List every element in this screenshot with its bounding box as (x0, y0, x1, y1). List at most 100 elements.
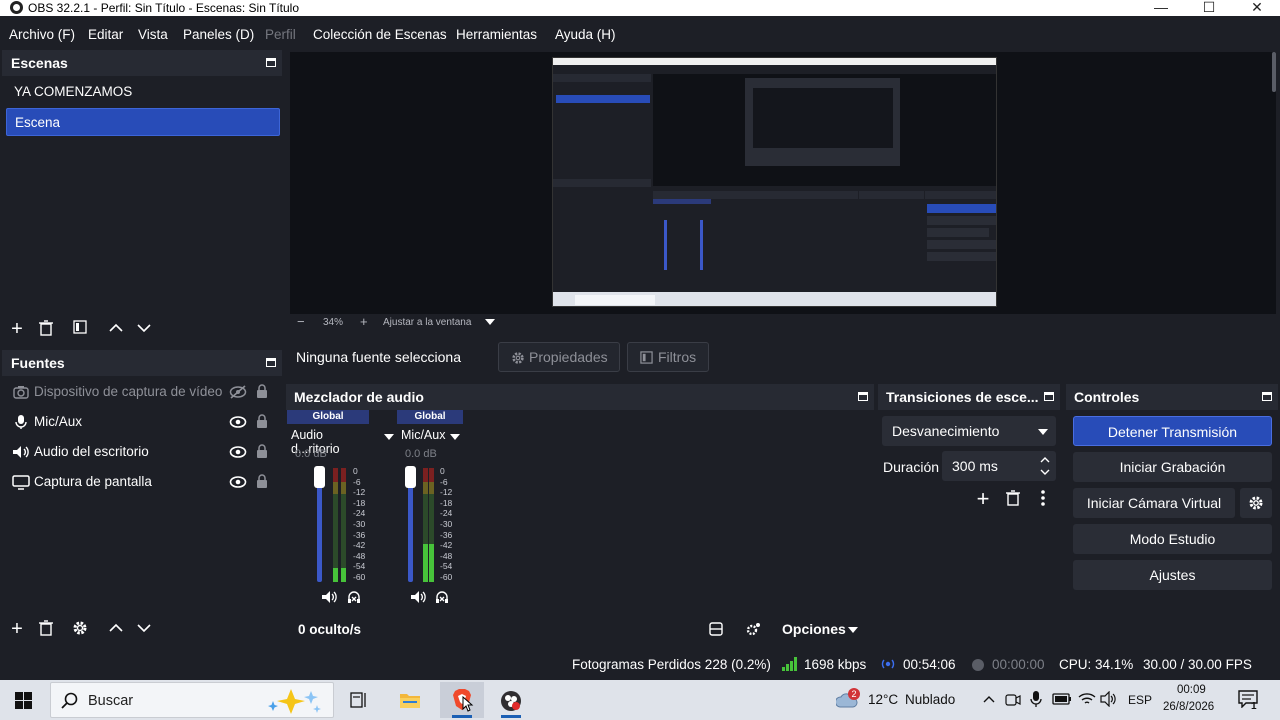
eye-hidden-icon[interactable] (229, 385, 247, 399)
advanced-audio-icon[interactable] (745, 622, 761, 636)
meter-tick: -48 (353, 550, 366, 561)
speaker-icon[interactable] (410, 590, 426, 604)
add-icon[interactable]: + (8, 319, 26, 339)
dock-float-icon[interactable] (266, 358, 276, 367)
scene-item[interactable]: YA COMENZAMOS (6, 78, 280, 106)
menu-herramientas[interactable]: Herramientas (456, 27, 537, 42)
source-item[interactable]: Audio del escritorio (2, 438, 282, 466)
eye-icon[interactable] (229, 415, 247, 429)
gear-icon (512, 352, 524, 364)
lock-icon[interactable] (256, 444, 268, 459)
zoom-bar: − 34% + Ajustar a la ventana (290, 314, 1276, 332)
battery-icon[interactable] (1052, 692, 1072, 706)
chevron-down-icon[interactable] (848, 627, 858, 633)
volume-fader-track[interactable] (408, 472, 413, 582)
filter-icon[interactable] (71, 320, 89, 338)
move-up-icon[interactable] (107, 620, 125, 638)
taskbar-search-box[interactable]: Buscar (50, 682, 334, 718)
meter-tick: -6 (353, 476, 361, 487)
layout-toggle-icon[interactable] (709, 622, 723, 636)
lock-icon[interactable] (256, 414, 268, 429)
level-meter (333, 468, 338, 582)
minimize-button[interactable]: — (1138, 0, 1184, 16)
brave-browser-button[interactable] (440, 682, 484, 718)
move-down-icon[interactable] (135, 320, 153, 338)
source-item[interactable]: Mic/Aux (2, 408, 282, 436)
settings-button[interactable]: Ajustes (1073, 560, 1272, 590)
file-explorer-button[interactable] (388, 682, 432, 718)
source-item[interactable]: Captura de pantalla (2, 468, 282, 496)
add-icon[interactable]: + (8, 619, 26, 639)
close-button[interactable]: ✕ (1234, 0, 1280, 16)
speaker-icon[interactable] (321, 590, 337, 604)
lock-icon[interactable] (256, 384, 268, 399)
meter-tick: -18 (440, 497, 453, 508)
dock-float-icon[interactable] (1044, 392, 1054, 401)
stop-stream-button[interactable]: Detener Transmisión (1073, 416, 1272, 446)
weather-text[interactable]: Nublado (905, 692, 955, 707)
menu-archivo[interactable]: Archivo (F) (9, 27, 75, 42)
menu-paneles[interactable]: Paneles (D) (183, 27, 254, 42)
dock-float-icon[interactable] (858, 392, 868, 401)
fps: 30.00 / 30.00 FPS (1143, 657, 1252, 672)
headphones-off-icon[interactable] (347, 590, 361, 604)
windows-start-icon[interactable] (15, 692, 32, 709)
level-meter (429, 468, 434, 582)
preview-scrollbar[interactable] (1270, 52, 1278, 312)
chevron-up-icon[interactable] (983, 695, 995, 703)
duration-spinbox[interactable]: 300 ms (942, 451, 1056, 481)
zoom-dropdown-icon[interactable] (485, 319, 495, 325)
weather-temp[interactable]: 12°C (868, 692, 898, 707)
task-view-button[interactable] (337, 682, 381, 718)
gear-icon[interactable] (71, 620, 89, 638)
filter-icon (640, 351, 653, 364)
maximize-button[interactable]: ☐ (1186, 0, 1232, 16)
source-item[interactable]: Dispositivo de captura de vídeo (2, 378, 282, 406)
filters-button[interactable]: Filtros (627, 342, 709, 372)
studio-mode-button[interactable]: Modo Estudio (1073, 524, 1272, 554)
spin-arrows-icon[interactable] (1040, 455, 1050, 477)
add-icon[interactable]: + (974, 488, 992, 510)
more-options-icon[interactable] (1034, 490, 1052, 508)
dock-float-icon[interactable] (1262, 392, 1272, 401)
volume-fader-handle[interactable] (405, 466, 416, 488)
volume-fader-handle[interactable] (314, 466, 325, 488)
clock-date[interactable]: 26/8/2026 (1163, 701, 1214, 713)
wifi-icon[interactable] (1078, 691, 1096, 707)
eye-icon[interactable] (229, 475, 247, 489)
menu-editar[interactable]: Editar (88, 27, 123, 42)
headphones-off-icon[interactable] (435, 590, 449, 604)
clock-time[interactable]: 00:09 (1177, 684, 1206, 696)
meter-tick: 0 (353, 466, 358, 476)
zoom-out-button[interactable]: − (297, 314, 305, 329)
trash-icon[interactable] (37, 620, 55, 638)
menu-vista[interactable]: Vista (138, 27, 168, 42)
input-language[interactable]: ESP (1128, 693, 1152, 707)
chevron-down-icon[interactable] (450, 434, 460, 440)
zoom-in-button[interactable]: + (360, 314, 368, 329)
menu-ayuda[interactable]: Ayuda (H) (555, 27, 616, 42)
options-button[interactable]: Opciones (782, 621, 846, 637)
channel-name[interactable]: Mic/Aux (401, 428, 445, 442)
microphone-icon[interactable] (1030, 690, 1042, 708)
scene-item-selected[interactable]: Escena (6, 108, 280, 136)
trash-icon[interactable] (37, 320, 55, 338)
chevron-down-icon[interactable] (384, 434, 394, 440)
move-up-icon[interactable] (107, 320, 125, 338)
start-recording-button[interactable]: Iniciar Grabación (1073, 452, 1272, 482)
zoom-fit-label[interactable]: Ajustar a la ventana (383, 317, 471, 328)
transition-select[interactable]: Desvanecimiento (882, 416, 1056, 446)
lock-icon[interactable] (256, 474, 268, 489)
obs-taskbar-button[interactable] (489, 682, 533, 718)
menu-coleccion-escenas[interactable]: Colección de Escenas (313, 27, 447, 42)
virtual-camera-settings-button[interactable] (1240, 488, 1272, 518)
properties-button[interactable]: Propiedades (498, 342, 620, 372)
meet-now-icon[interactable] (1005, 692, 1021, 708)
eye-icon[interactable] (229, 445, 247, 459)
volume-fader-track[interactable] (317, 472, 322, 582)
move-down-icon[interactable] (135, 620, 153, 638)
start-virtual-camera-button[interactable]: Iniciar Cámara Virtual (1073, 488, 1235, 518)
volume-icon[interactable] (1100, 691, 1118, 707)
dock-float-icon[interactable] (266, 58, 276, 67)
trash-icon[interactable] (1004, 490, 1022, 508)
